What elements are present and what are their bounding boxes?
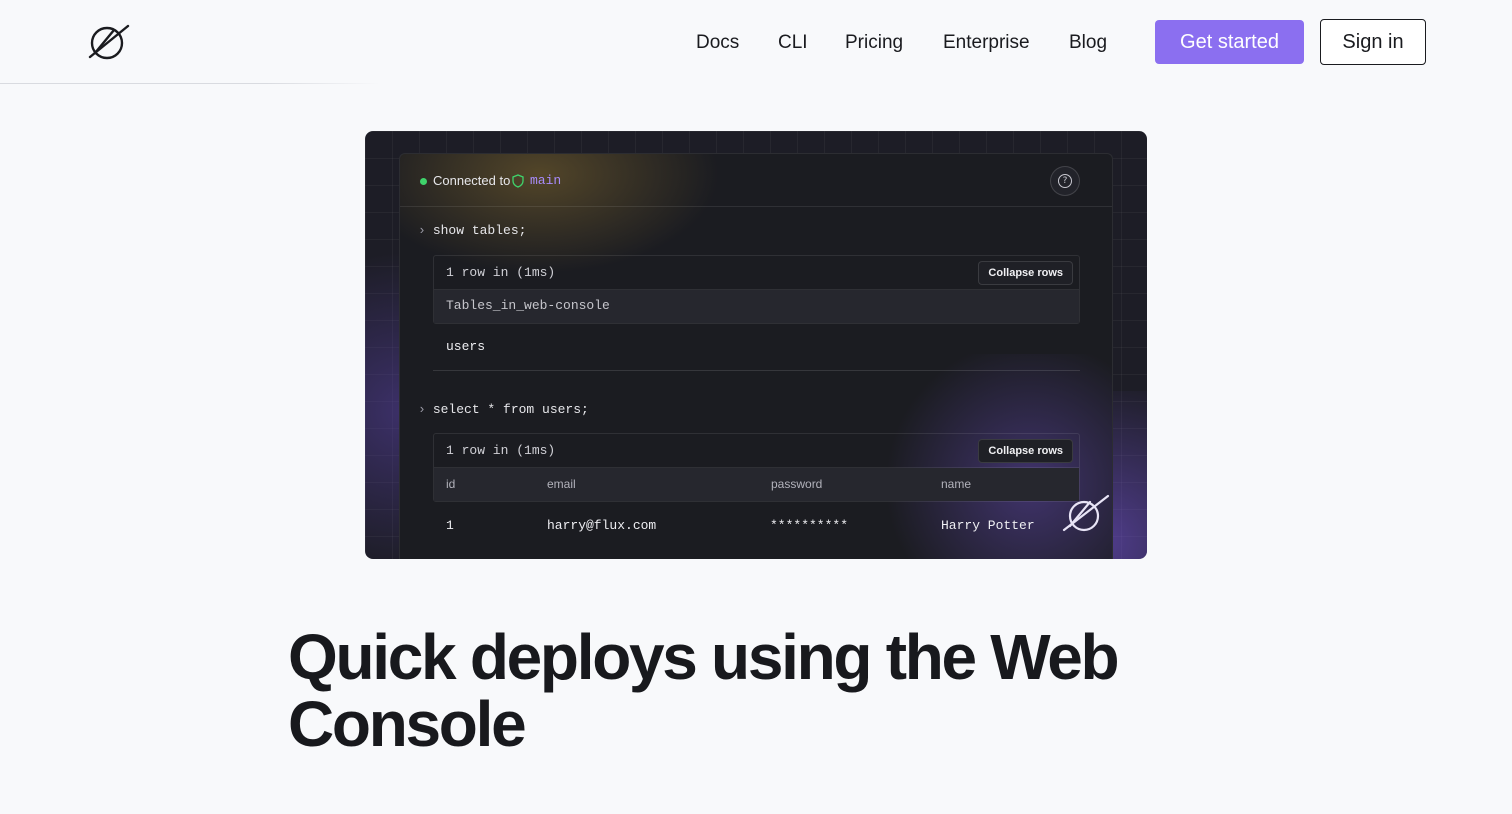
result-bar: 1 row in (1ms) Collapse rows [434, 434, 1079, 468]
query-result: 1 row in (1ms) Collapse rows id email pa… [433, 433, 1080, 502]
collapse-rows-button[interactable]: Collapse rows [978, 261, 1073, 285]
nav-link-cli[interactable]: CLI [778, 28, 808, 58]
result-divider [433, 370, 1080, 371]
table-header: id email password name [434, 468, 1079, 501]
nav-link-pricing[interactable]: Pricing [845, 28, 903, 58]
connection-status-dot [420, 178, 427, 185]
get-started-button[interactable]: Get started [1155, 20, 1304, 64]
table-cell-email: harry@flux.com [547, 518, 657, 533]
header-divider [0, 83, 380, 84]
console-header: Connected to main ? [400, 154, 1112, 207]
site-header: Docs CLI Pricing Enterprise Blog Get sta… [0, 0, 1512, 84]
hero-headline: Quick deploys using the Web Console [288, 621, 1120, 760]
chevron-right-icon: › [418, 402, 426, 417]
chevron-right-icon: › [418, 223, 426, 238]
table-cell: users [446, 339, 486, 354]
branch-name[interactable]: main [530, 172, 561, 190]
nav-link-enterprise[interactable]: Enterprise [943, 28, 1030, 58]
sign-in-button[interactable]: Sign in [1320, 19, 1426, 65]
column-header-id: id [446, 477, 456, 491]
shield-icon [512, 174, 524, 188]
query-command: select * from users; [432, 402, 589, 417]
nav-link-blog[interactable]: Blog [1069, 28, 1107, 58]
collapse-rows-button[interactable]: Collapse rows [978, 439, 1073, 463]
connection-label: Connected to [433, 173, 511, 188]
row-count: 1 row in (1ms) [446, 443, 556, 458]
column-header: Tables_in_web-console [446, 298, 610, 313]
table-cell-id: 1 [446, 518, 454, 533]
result-bar: 1 row in (1ms) Collapse rows [434, 256, 1079, 290]
table-cell-name: Harry Potter [941, 518, 1035, 533]
nav-link-docs[interactable]: Docs [696, 28, 739, 58]
help-icon[interactable]: ? [1050, 166, 1080, 196]
query-command: show tables; [432, 223, 527, 238]
query-result: 1 row in (1ms) Collapse rows Tables_in_w… [433, 255, 1080, 324]
row-count: 1 row in (1ms) [446, 265, 556, 280]
query-prompt: › select * from users; [418, 401, 589, 419]
column-header-name: name [941, 477, 972, 491]
table-cell-password: ********** [770, 518, 849, 533]
table-header: Tables_in_web-console [434, 290, 1079, 323]
web-console-window: Connected to main ? › show tables; 1 row … [399, 153, 1113, 559]
column-header-password: password [771, 477, 823, 491]
brand-logo-icon[interactable] [84, 20, 132, 64]
brand-watermark-icon [1062, 494, 1110, 532]
console-showcase: Connected to main ? › show tables; 1 row … [365, 131, 1147, 559]
query-prompt: › show tables; [418, 222, 526, 240]
column-header-email: email [547, 477, 576, 491]
